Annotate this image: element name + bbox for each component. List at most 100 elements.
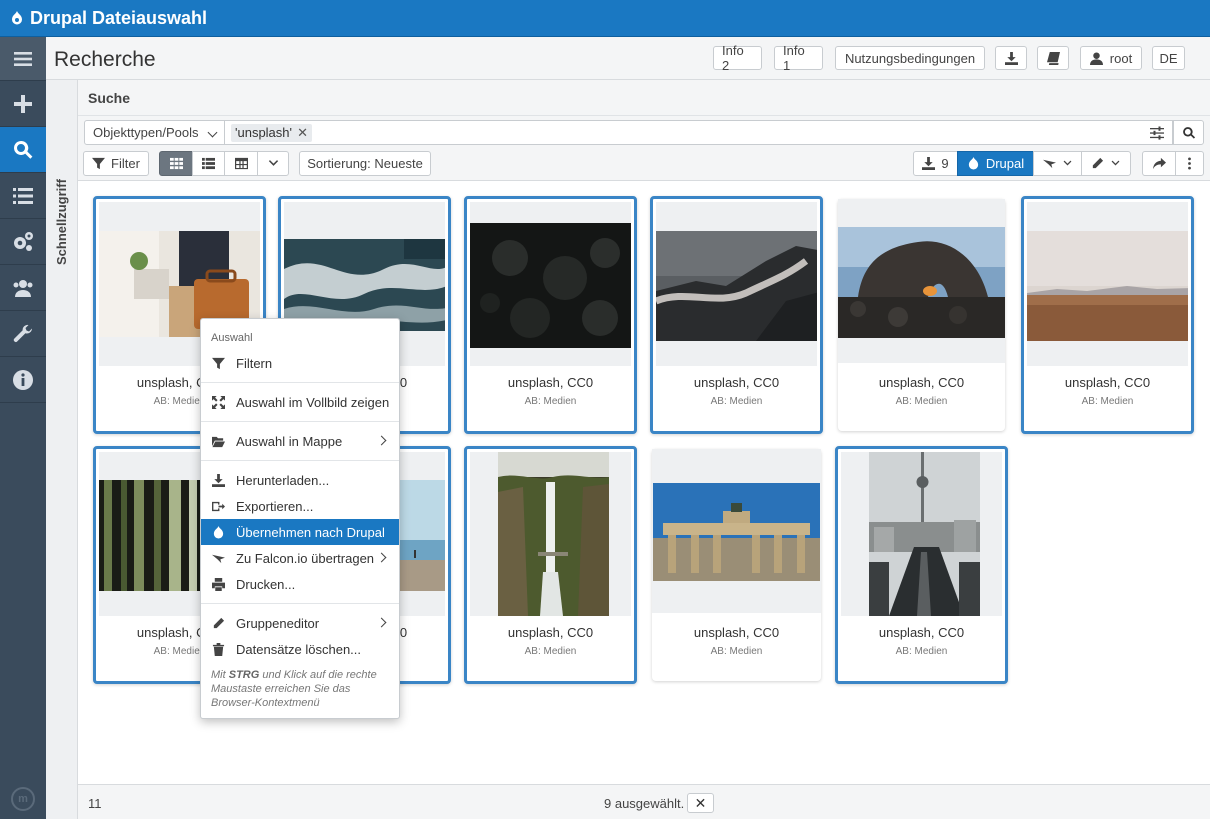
menu-item-export[interactable]: Exportieren... bbox=[201, 493, 399, 519]
main-sidebar: m bbox=[0, 37, 46, 819]
info1-button[interactable]: Info 1 bbox=[774, 43, 823, 73]
menu-item-fullscreen[interactable]: Auswahl im Vollbild zeigen bbox=[201, 389, 399, 415]
menu-divider bbox=[201, 382, 399, 383]
object-types-select[interactable]: Objekttypen/Pools bbox=[84, 120, 225, 145]
menu-item-print[interactable]: Drucken... bbox=[201, 571, 399, 597]
card-subtitle: AB: Medien bbox=[895, 396, 948, 407]
sidebar-item-tools[interactable] bbox=[0, 311, 46, 357]
menu-item-label: Gruppeneditor bbox=[236, 615, 320, 631]
menu-item-label: Filtern bbox=[236, 355, 273, 371]
filter-button[interactable]: Filter bbox=[83, 151, 149, 176]
menu-item-label: Herunterladen... bbox=[236, 472, 330, 488]
object-types-label: Objekttypen/Pools bbox=[93, 125, 199, 140]
sort-button[interactable]: Sortierung: Neueste bbox=[299, 151, 431, 176]
filter-label: Filter bbox=[111, 156, 140, 171]
download-count: 9 bbox=[941, 156, 949, 171]
card-image bbox=[1027, 231, 1188, 341]
share-button[interactable] bbox=[1142, 151, 1176, 176]
download-selection-button[interactable]: 9 bbox=[913, 151, 958, 176]
download-button[interactable] bbox=[995, 46, 1027, 70]
chevron-down-icon bbox=[207, 127, 218, 138]
card-image bbox=[498, 452, 609, 616]
view-options-dropdown[interactable] bbox=[257, 151, 289, 176]
card-caption: unsplash, CC0 bbox=[878, 375, 965, 390]
page-title: Recherche bbox=[54, 48, 156, 71]
card-caption: unsplash, CC0 bbox=[507, 625, 594, 640]
chevron-down-icon bbox=[1063, 160, 1071, 166]
menu-item-delete[interactable]: Datensätze löschen... bbox=[201, 636, 399, 662]
user-button[interactable]: root bbox=[1080, 46, 1142, 70]
search-chip[interactable]: 'unsplash' ✕ bbox=[231, 124, 313, 142]
result-card[interactable]: unsplash, CC0 AB: Medien bbox=[650, 196, 823, 434]
search-section-header: Suche bbox=[78, 80, 1210, 116]
card-subtitle: AB: Medien bbox=[895, 646, 948, 657]
language-button[interactable]: DE bbox=[1152, 46, 1185, 70]
menu-item-download[interactable]: Herunterladen... bbox=[201, 467, 399, 493]
card-subtitle: AB: Medien bbox=[710, 646, 763, 657]
menu-divider bbox=[201, 421, 399, 422]
card-caption: unsplash, CC0 bbox=[693, 375, 780, 390]
filter-icon bbox=[92, 157, 106, 170]
card-image bbox=[869, 452, 980, 616]
result-card[interactable]: unsplash, CC0 AB: Medien bbox=[464, 446, 637, 684]
sidebar-item-list[interactable] bbox=[0, 173, 46, 219]
book-button[interactable] bbox=[1037, 46, 1069, 70]
menu-item-label: Auswahl in Mappe bbox=[236, 433, 343, 449]
expand-icon bbox=[212, 395, 225, 409]
print-icon bbox=[212, 577, 225, 591]
sliders-icon[interactable] bbox=[1150, 126, 1164, 140]
card-caption: unsplash, CC0 bbox=[507, 375, 594, 390]
results-toolbar: Filter Sortierung: Neueste 9 Drupal bbox=[78, 150, 1210, 181]
hint-prefix: Mit bbox=[211, 669, 226, 681]
terms-button[interactable]: Nutzungsbedingungen bbox=[835, 46, 985, 70]
result-card[interactable]: unsplash, CC0 AB: Medien bbox=[652, 449, 821, 681]
search-section-title: Suche bbox=[88, 90, 131, 106]
search-input[interactable]: 'unsplash' ✕ bbox=[225, 120, 1173, 145]
menu-toggle-button[interactable] bbox=[0, 37, 46, 81]
card-thumbnail bbox=[470, 452, 631, 616]
list-view-button[interactable] bbox=[192, 151, 225, 176]
card-thumbnail bbox=[656, 202, 817, 366]
context-menu-hint: Mit STRG und Klick auf die rechte Mausta… bbox=[211, 668, 391, 710]
sidebar-item-settings[interactable] bbox=[0, 219, 46, 265]
info2-button[interactable]: Info 2 bbox=[713, 43, 762, 73]
download-icon bbox=[1004, 51, 1018, 65]
sidebar-item-info[interactable] bbox=[0, 357, 46, 403]
chevron-down-icon bbox=[268, 160, 278, 166]
page-header: Recherche Info 2 Info 1 Nutzungsbedingun… bbox=[46, 37, 1210, 80]
drupal-icon bbox=[968, 157, 978, 170]
sidebar-item-search[interactable] bbox=[0, 127, 46, 173]
pencil-icon bbox=[213, 617, 225, 628]
more-options-button[interactable] bbox=[1175, 151, 1204, 176]
edit-dropdown[interactable] bbox=[1081, 151, 1131, 176]
menu-item-folder[interactable]: Auswahl in Mappe bbox=[201, 428, 399, 454]
result-card[interactable]: unsplash, CC0 AB: Medien bbox=[464, 196, 637, 434]
gears-icon bbox=[14, 231, 33, 251]
chip-remove-icon[interactable]: ✕ bbox=[297, 124, 308, 142]
result-card[interactable]: unsplash, CC0 AB: Medien bbox=[1021, 196, 1194, 434]
clear-selection-button[interactable]: ✕ bbox=[687, 793, 714, 813]
sidebar-item-add[interactable] bbox=[0, 81, 46, 127]
menu-item-label: Drucken... bbox=[236, 576, 296, 592]
quick-access-panel[interactable]: Schnellzugriff bbox=[46, 80, 78, 819]
menu-item-falcon[interactable]: Zu Falcon.io übertragen bbox=[201, 545, 399, 571]
sidebar-item-users[interactable] bbox=[0, 265, 46, 311]
trash-icon bbox=[212, 642, 225, 656]
falcon-icon bbox=[1042, 159, 1056, 169]
result-card[interactable]: unsplash, CC0 AB: Medien bbox=[838, 199, 1005, 431]
card-thumbnail bbox=[470, 202, 631, 366]
menu-item-group-editor[interactable]: Gruppeneditor bbox=[201, 610, 399, 636]
card-subtitle: AB: Medien bbox=[524, 646, 577, 657]
falcon-icon bbox=[212, 554, 225, 563]
drupal-button[interactable]: Drupal bbox=[957, 151, 1034, 176]
card-caption: unsplash, CC0 bbox=[1064, 375, 1151, 390]
search-submit-button[interactable] bbox=[1173, 120, 1204, 145]
card-subtitle: AB: Medien bbox=[524, 396, 577, 407]
card-caption: unsplash, CC0 bbox=[878, 625, 965, 640]
result-card[interactable]: unsplash, CC0 AB: Medien bbox=[835, 446, 1008, 684]
grid-view-button[interactable] bbox=[159, 151, 193, 176]
table-view-button[interactable] bbox=[224, 151, 258, 176]
falcon-dropdown[interactable] bbox=[1033, 151, 1082, 176]
menu-item-filter[interactable]: Filtern bbox=[201, 350, 399, 376]
menu-item-drupal[interactable]: Übernehmen nach Drupal bbox=[201, 519, 399, 545]
